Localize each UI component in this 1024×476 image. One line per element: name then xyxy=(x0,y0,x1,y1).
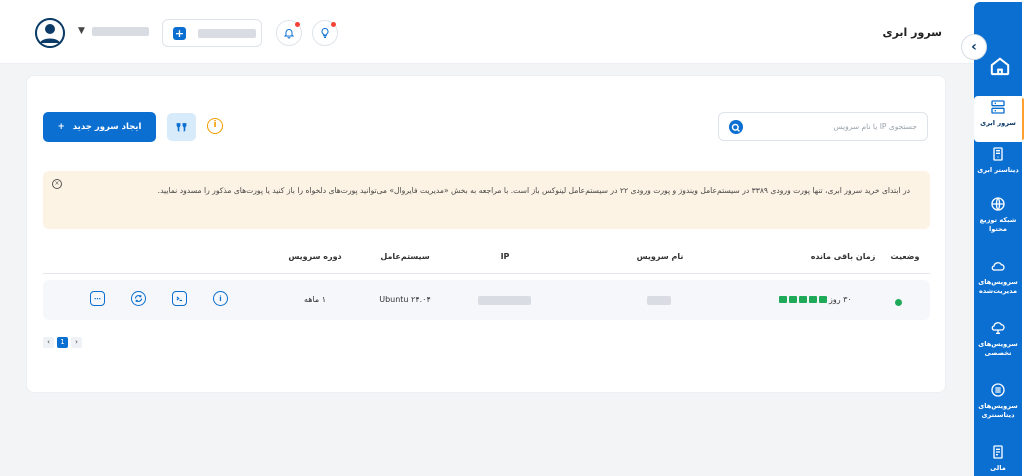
close-icon[interactable]: × xyxy=(52,179,62,189)
service-name-redacted xyxy=(647,296,671,305)
terminal-icon xyxy=(176,296,183,301)
sidebar-item-label: دیتاستر ابری xyxy=(977,166,1019,174)
sidebar-item-label: سرویس‌های دیتاسنتری xyxy=(978,402,1018,419)
firewall-alert: × در ابتدای خرید سرور ابری، تنها پورت ور… xyxy=(43,171,930,229)
chevron-left-icon: ‹ xyxy=(971,39,977,55)
sidebar-item-cloud-server[interactable]: سرور ابری xyxy=(974,96,1022,142)
managed-cloud-icon xyxy=(991,262,1005,271)
pagination-page-current[interactable]: 1 xyxy=(57,337,68,348)
notification-dot xyxy=(295,22,300,27)
notifications-button[interactable] xyxy=(276,20,302,46)
sidebar-item-datacenter-services[interactable]: سرویس‌های دیتاسنتری xyxy=(974,382,1022,420)
sidebar-item-managed-services[interactable]: سرویس‌های مدیریت‌شده xyxy=(974,258,1022,296)
search-icon[interactable] xyxy=(729,120,743,134)
suggestion-button[interactable] xyxy=(312,20,338,46)
filter-button[interactable] xyxy=(167,113,196,141)
search-input[interactable] xyxy=(747,113,917,140)
time-bar-segment xyxy=(779,296,787,303)
home-icon[interactable] xyxy=(989,56,1011,76)
time-bar-segment xyxy=(819,296,827,303)
time-left-text: ۳۰ روز xyxy=(829,295,852,304)
info-icon: i xyxy=(219,294,222,303)
chevron-down-icon[interactable]: ▼ xyxy=(78,26,85,36)
pagination-prev[interactable]: ‹ xyxy=(43,337,54,348)
search-box[interactable] xyxy=(718,112,928,141)
sidebar-item-datastore[interactable]: دیتاستر ابری xyxy=(974,146,1022,175)
plus-icon: + xyxy=(57,122,65,132)
finance-icon xyxy=(993,445,1003,459)
avatar[interactable] xyxy=(35,18,65,48)
sidebar-collapse-button[interactable]: ‹ xyxy=(961,34,987,60)
sidebar-item-specialized-services[interactable]: سرویس‌های تخصصی xyxy=(974,320,1022,358)
refresh-icon xyxy=(134,295,143,302)
time-bar-segment xyxy=(809,296,817,303)
time-bar-segment xyxy=(789,296,797,303)
column-os: سیستم‌عامل xyxy=(380,252,430,261)
sidebar-item-label: سرور ابری xyxy=(980,119,1016,127)
sidebar-item-label: مالی xyxy=(990,464,1006,472)
lightbulb-icon xyxy=(321,27,329,38)
pagination-next[interactable]: › xyxy=(71,337,82,348)
more-options-button[interactable]: ⋯ xyxy=(90,291,105,306)
datastore-icon xyxy=(993,147,1003,161)
main-card: i ایجاد سرور جدید + × در ابتدای خرید سرو… xyxy=(26,75,946,393)
notification-dot xyxy=(331,22,336,27)
server-icon xyxy=(991,100,1005,114)
column-ip: IP xyxy=(500,252,510,261)
sidebar-item-label: سرویس‌های تخصصی xyxy=(978,340,1018,357)
cdn-globe-icon xyxy=(991,197,1005,211)
specialized-icon xyxy=(991,322,1005,334)
bell-icon xyxy=(283,29,295,39)
add-credit-icon[interactable]: + xyxy=(173,27,186,40)
wallet-balance[interactable]: + xyxy=(162,19,262,47)
column-period: دوره سرویس xyxy=(288,252,342,261)
more-dots-icon: ⋯ xyxy=(94,294,101,303)
user-icon xyxy=(35,18,65,48)
sidebar-item-cdn[interactable]: شبکه توزیع محتوا xyxy=(974,196,1022,234)
user-name-redacted xyxy=(92,27,149,36)
filter-icon xyxy=(176,122,187,132)
top-header: سرور ابری + ▼ xyxy=(0,0,974,64)
os-value: Ubuntu ۲۴.۰۴ xyxy=(379,295,431,304)
new-server-label: ایجاد سرور جدید xyxy=(72,122,142,132)
sidebar-item-label: سرویس‌های مدیریت‌شده xyxy=(978,278,1018,295)
ip-redacted xyxy=(478,296,531,305)
column-service-name: نام سرویس xyxy=(636,252,684,261)
time-bar-segment xyxy=(799,296,807,303)
column-status: وضعیت xyxy=(890,252,920,261)
period-value: ۱ ماهه xyxy=(303,295,327,304)
sidebar: سرور ابری دیتاستر ابری شبکه توزیع محتوا … xyxy=(974,0,1024,476)
pagination: ‹ 1 › xyxy=(43,337,82,349)
time-left: ۳۰ روز xyxy=(779,295,879,304)
column-time-left: زمان باقی مانده xyxy=(810,252,876,261)
wallet-amount-redacted xyxy=(198,29,256,38)
table-row[interactable]: ۳۰ روز Ubuntu ۲۴.۰۴ ۱ ماهه i ⋯ xyxy=(43,280,930,320)
info-icon[interactable]: i xyxy=(207,118,223,134)
sidebar-item-label: شبکه توزیع محتوا xyxy=(979,216,1017,233)
create-server-button[interactable]: ایجاد سرور جدید + xyxy=(43,112,156,142)
alert-text: در ابتدای خرید سرور ابری، تنها پورت ورود… xyxy=(157,186,910,195)
console-button[interactable] xyxy=(172,291,187,306)
page-title: سرور ابری xyxy=(882,26,943,39)
server-info-button[interactable]: i xyxy=(213,291,228,306)
datacenter-icon xyxy=(991,383,1005,397)
table-header: وضعیت زمان باقی مانده نام سرویس IP سیستم… xyxy=(43,246,930,274)
sidebar-item-finance[interactable]: مالی xyxy=(974,444,1022,473)
status-indicator xyxy=(895,299,902,306)
refresh-button[interactable] xyxy=(131,291,146,306)
